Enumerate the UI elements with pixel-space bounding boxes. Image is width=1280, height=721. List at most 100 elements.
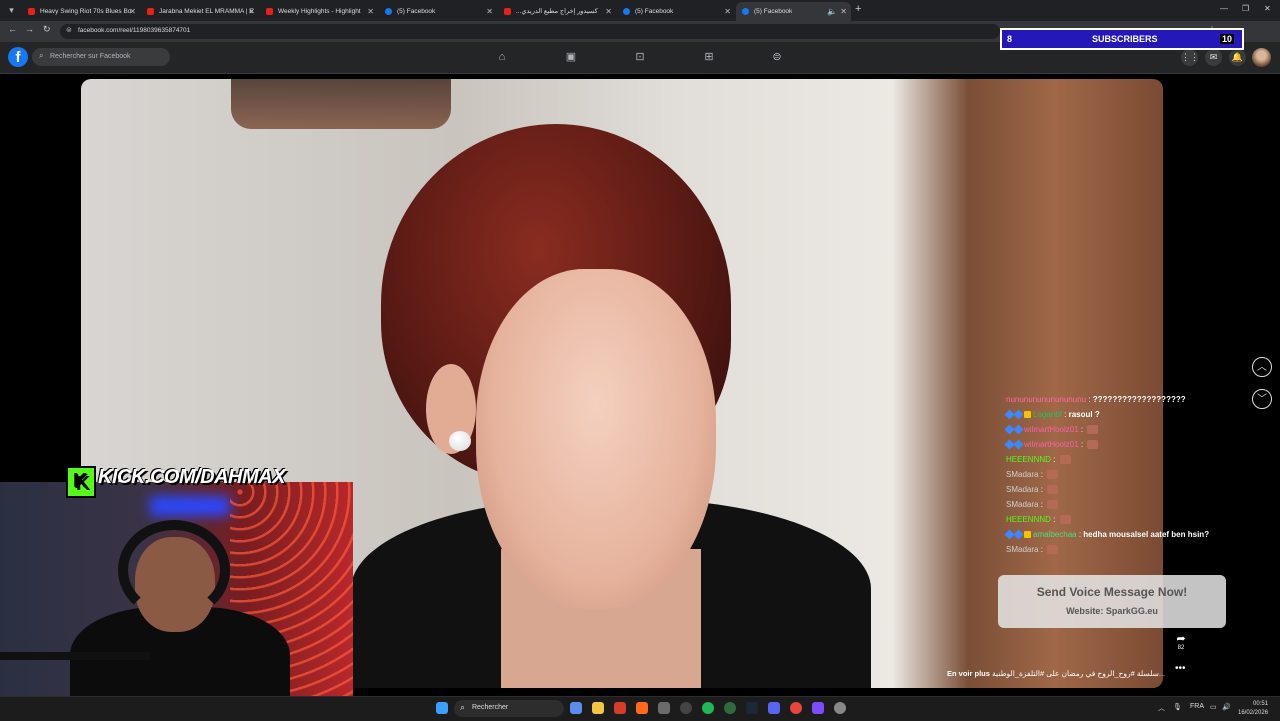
app-icon[interactable] [636,702,648,714]
windows-start-icon[interactable] [436,702,448,714]
profile-avatar[interactable] [1252,48,1271,67]
browser-tab[interactable]: (5) Facebook ✕ [617,2,735,21]
obs-icon[interactable] [834,702,846,714]
chrome-icon[interactable] [790,702,802,714]
home-icon[interactable]: ⌂ [495,50,509,64]
chat-username[interactable]: SMadara [1006,545,1038,554]
facebook-icon [623,8,630,15]
chat-emote-icon [1047,545,1059,555]
tab-label: (5) Facebook [397,8,436,15]
taskbar-clock[interactable]: 00:51 16/02/2026 [1238,700,1268,718]
gaming-icon[interactable]: ⊜ [770,50,784,64]
browser-tab[interactable]: Heavy Swing Riot 70s Blues Bo ✕ [22,2,140,21]
stream-chat-overlay: nununununununununu : ???????????????????… [1004,392,1266,557]
taskbar-search-label: Rechercher [472,704,509,711]
app-icon[interactable] [680,702,692,714]
chat-emote-icon [1087,425,1099,435]
close-tab-icon[interactable]: ✕ [486,2,493,21]
file-explorer-icon[interactable] [592,702,604,714]
blue-led-light [150,496,230,516]
previous-reel-button[interactable]: ︿ [1252,357,1272,377]
next-reel-button[interactable]: ﹀ [1252,389,1272,409]
chat-username[interactable]: wilmartHoolz01 [1024,425,1079,434]
tab-search-button[interactable]: ▾ [5,4,18,17]
chat-badge-icon [1024,411,1031,419]
volume-icon[interactable]: 🔊 [1222,703,1231,711]
network-icon[interactable]: ▭ [1210,703,1217,711]
forward-icon[interactable]: → [25,24,34,34]
chat-separator: : [1086,395,1093,404]
time: 00:51 [1253,701,1269,707]
notifications-icon[interactable]: 🔔 [1229,49,1246,66]
discord-icon[interactable] [768,702,780,714]
chat-separator: : [1038,545,1046,554]
browser-tab[interactable]: ...كسيدور إخراج مطيع الدريدي ✕ [498,2,616,21]
chat-emote-icon [1059,455,1071,465]
new-tab-button[interactable]: + [855,3,861,15]
share-button[interactable]: ➦ 82 [1173,632,1189,651]
reload-icon[interactable]: ↻ [43,24,51,35]
browser-tab[interactable]: Jarabna Mekiet EL MRAMMA | E ✕ [141,2,259,21]
chat-username[interactable]: SMadara [1006,500,1038,509]
chat-username[interactable]: nununununununununu [1006,395,1086,404]
close-tab-icon[interactable]: ✕ [840,2,847,21]
chat-username[interactable]: HEEENNND [1006,455,1051,464]
reel-caption[interactable]: En voir plus سلسلة #روح_الروح في رمضان ع… [947,669,1165,678]
microphone-icon[interactable]: 🎙 [1173,703,1182,711]
chat-username[interactable]: SMadara [1006,470,1038,479]
spotify-icon[interactable] [702,702,714,714]
close-tab-icon[interactable]: ✕ [605,2,612,21]
marketplace-icon[interactable]: ⊞ [702,50,716,64]
site-info-icon[interactable]: ⊜ [66,26,72,34]
close-tab-icon[interactable]: ✕ [367,2,374,21]
taskbar-search[interactable]: ⌕ Rechercher [454,700,564,717]
facebook-icon [742,8,749,15]
app-icon[interactable] [614,702,626,714]
facebook-logo[interactable]: f [8,47,28,67]
kick-logo-icon: K [66,466,96,498]
steam-icon[interactable] [746,702,758,714]
chat-username[interactable]: HEEENNND [1006,515,1051,524]
chat-separator: : [1050,455,1058,464]
more-options-icon[interactable]: ••• [1175,663,1186,674]
tray-lang[interactable]: FRA [1190,703,1204,710]
speaker-icon[interactable]: 🔈 [827,2,837,21]
app-icon[interactable] [812,702,824,714]
browser-tab[interactable]: Weekly Highlights - Highlight ✕ [260,2,378,21]
search-icon: ⌕ [460,702,466,712]
reels-icon[interactable]: ⊡ [633,50,647,64]
copilot-icon[interactable] [570,702,582,714]
close-tab-icon[interactable]: ✕ [129,2,136,21]
video-icon[interactable]: ▣ [564,50,578,64]
close-tab-icon[interactable]: ✕ [248,2,255,21]
woman-face [476,269,716,609]
chat-message: SMadara : [1006,497,1266,512]
chat-username[interactable]: SMadara [1006,485,1038,494]
microphone-arm [0,652,150,660]
chat-username[interactable]: wilmartHoolz01 [1024,440,1079,449]
share-icon: ➦ [1176,633,1186,645]
browser-tab[interactable]: (5) Facebook ✕ [379,2,497,21]
minimize-icon[interactable]: — [1220,4,1228,13]
browser-tab-active[interactable]: (5) Facebook 🔈 ✕ [736,2,851,21]
see-more-link[interactable]: En voir plus [947,669,990,678]
xbox-icon[interactable] [724,702,736,714]
menu-grid-icon[interactable]: ⋮⋮ [1181,49,1199,66]
back-icon[interactable]: ← [8,24,17,34]
close-tab-icon[interactable]: ✕ [724,2,731,21]
chat-separator: : [1038,500,1046,509]
app-icon[interactable] [658,702,670,714]
chat-username[interactable]: amalbechaa [1033,530,1077,539]
close-window-icon[interactable]: ✕ [1264,4,1271,13]
tab-label: (5) Facebook [754,8,793,15]
youtube-icon [147,8,154,15]
maximize-icon[interactable]: ❐ [1242,4,1249,13]
chat-badge-icon [1013,529,1024,540]
chat-username[interactable]: Loganbf [1033,410,1062,419]
messenger-icon[interactable]: ✉ [1205,49,1222,66]
url-field[interactable]: ⊜ facebook.com/reel/1198039635874701 [60,24,1000,39]
pearl-earring [449,431,471,451]
search-icon: ⌕ [39,51,44,60]
facebook-search-input[interactable]: ⌕ Rechercher sur Facebook [32,48,170,66]
tray-chevron-icon[interactable]: ︿ [1158,703,1165,713]
